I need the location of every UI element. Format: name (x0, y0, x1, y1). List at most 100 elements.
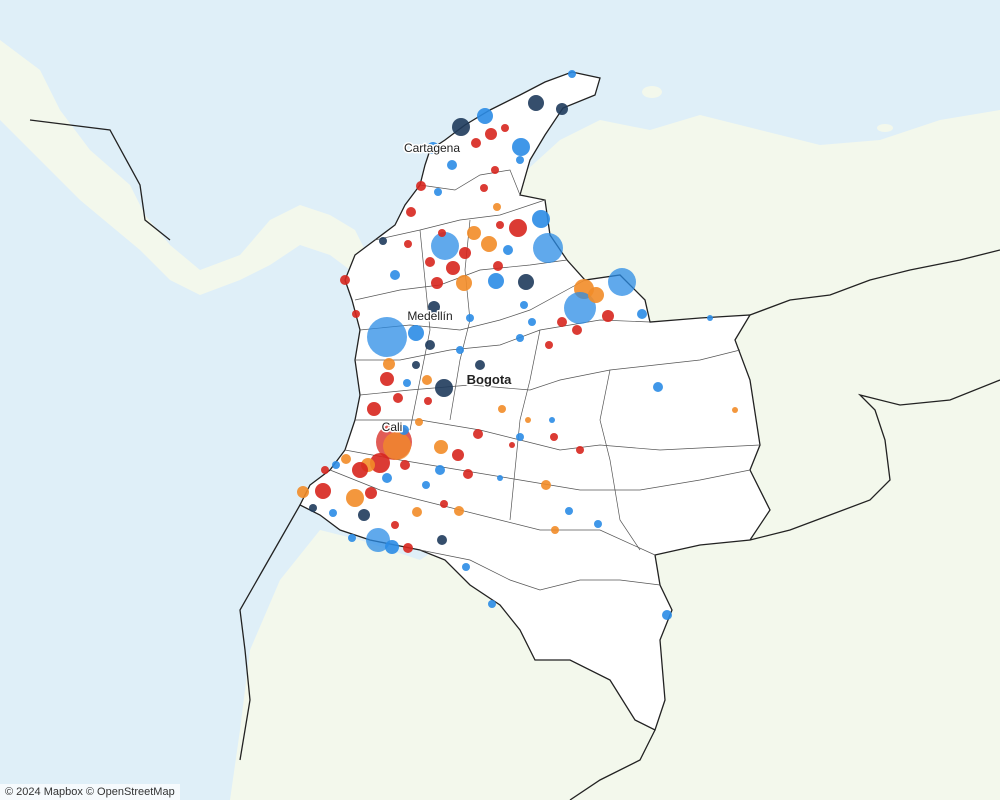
map-marker[interactable] (467, 226, 481, 240)
map-marker[interactable] (459, 247, 471, 259)
map-marker[interactable] (588, 287, 604, 303)
map-marker[interactable] (550, 433, 558, 441)
map-marker[interactable] (473, 429, 483, 439)
map-marker[interactable] (653, 382, 663, 392)
map-marker[interactable] (498, 405, 506, 413)
map-marker[interactable] (608, 268, 636, 296)
map-marker[interactable] (528, 318, 536, 326)
map-marker[interactable] (332, 461, 340, 469)
map-marker[interactable] (422, 375, 432, 385)
map-marker[interactable] (422, 481, 430, 489)
map-marker[interactable] (509, 219, 527, 237)
map-marker[interactable] (456, 275, 472, 291)
map-marker[interactable] (315, 483, 331, 499)
map-marker[interactable] (549, 417, 555, 423)
map-marker[interactable] (509, 442, 515, 448)
map-marker[interactable] (321, 466, 329, 474)
map-marker[interactable] (481, 236, 497, 252)
map-marker[interactable] (501, 124, 509, 132)
map-marker[interactable] (520, 301, 528, 309)
map-marker[interactable] (488, 600, 496, 608)
map-marker[interactable] (404, 240, 412, 248)
map-marker[interactable] (525, 417, 531, 423)
map-marker[interactable] (391, 521, 399, 529)
map-marker[interactable] (390, 270, 400, 280)
map-marker[interactable] (367, 317, 407, 357)
map-marker[interactable] (466, 314, 474, 322)
map-marker[interactable] (435, 465, 445, 475)
map-marker[interactable] (488, 273, 504, 289)
map-marker[interactable] (497, 475, 503, 481)
map-marker[interactable] (446, 261, 460, 275)
map-marker[interactable] (512, 138, 530, 156)
map-marker[interactable] (329, 509, 337, 517)
map-marker[interactable] (365, 487, 377, 499)
map-marker[interactable] (518, 274, 534, 290)
map-attribution[interactable]: © 2024 Mapbox © OpenStreetMap (0, 784, 180, 800)
map-marker[interactable] (533, 233, 563, 263)
map-marker[interactable] (297, 486, 309, 498)
map-marker[interactable] (438, 229, 446, 237)
map-marker[interactable] (393, 393, 403, 403)
map-marker[interactable] (572, 325, 582, 335)
map-marker[interactable] (471, 138, 481, 148)
map-marker[interactable] (541, 480, 551, 490)
map-marker[interactable] (463, 469, 473, 479)
map-marker[interactable] (528, 95, 544, 111)
map-marker[interactable] (358, 509, 370, 521)
map-marker[interactable] (493, 203, 501, 211)
map-canvas[interactable]: Cartagena Medellín Bogota Cali (0, 0, 1000, 800)
map-marker[interactable] (454, 506, 464, 516)
map-marker[interactable] (551, 526, 559, 534)
map-marker[interactable] (379, 237, 387, 245)
map-marker[interactable] (452, 118, 470, 136)
map-marker[interactable] (383, 432, 411, 460)
map-marker[interactable] (462, 563, 470, 571)
map-marker[interactable] (568, 70, 576, 78)
map-marker[interactable] (516, 433, 524, 441)
map-marker[interactable] (380, 372, 394, 386)
map-marker[interactable] (434, 188, 442, 196)
map-marker[interactable] (309, 504, 317, 512)
map-marker[interactable] (340, 275, 350, 285)
map-marker[interactable] (403, 379, 411, 387)
map-marker[interactable] (452, 449, 464, 461)
map-marker[interactable] (662, 610, 672, 620)
map-marker[interactable] (503, 245, 513, 255)
map-marker[interactable] (424, 397, 432, 405)
map-marker[interactable] (352, 462, 368, 478)
map-marker[interactable] (594, 520, 602, 528)
map-marker[interactable] (406, 207, 416, 217)
map-marker[interactable] (431, 277, 443, 289)
map-marker[interactable] (576, 446, 584, 454)
map-marker[interactable] (425, 257, 435, 267)
map-marker[interactable] (545, 341, 553, 349)
map-marker[interactable] (477, 108, 493, 124)
map-marker[interactable] (556, 103, 568, 115)
map-marker[interactable] (602, 310, 614, 322)
map-marker[interactable] (637, 309, 647, 319)
map-marker[interactable] (412, 507, 422, 517)
map-marker[interactable] (367, 402, 381, 416)
map-marker[interactable] (352, 310, 360, 318)
map-marker[interactable] (532, 210, 550, 228)
map-marker[interactable] (440, 500, 448, 508)
map-marker[interactable] (496, 221, 504, 229)
map-marker[interactable] (400, 460, 410, 470)
map-marker[interactable] (456, 346, 464, 354)
map-marker[interactable] (403, 543, 413, 553)
map-marker[interactable] (557, 317, 567, 327)
map-marker[interactable] (382, 473, 392, 483)
map-marker[interactable] (431, 232, 459, 260)
map-marker[interactable] (475, 360, 485, 370)
map-marker[interactable] (346, 489, 364, 507)
map-marker[interactable] (412, 361, 420, 369)
map-marker[interactable] (408, 325, 424, 341)
map-marker[interactable] (485, 128, 497, 140)
map-marker[interactable] (493, 261, 503, 271)
map-marker[interactable] (447, 160, 457, 170)
map-marker[interactable] (437, 535, 447, 545)
map-marker[interactable] (732, 407, 738, 413)
map-marker[interactable] (415, 418, 423, 426)
map-marker[interactable] (516, 156, 524, 164)
